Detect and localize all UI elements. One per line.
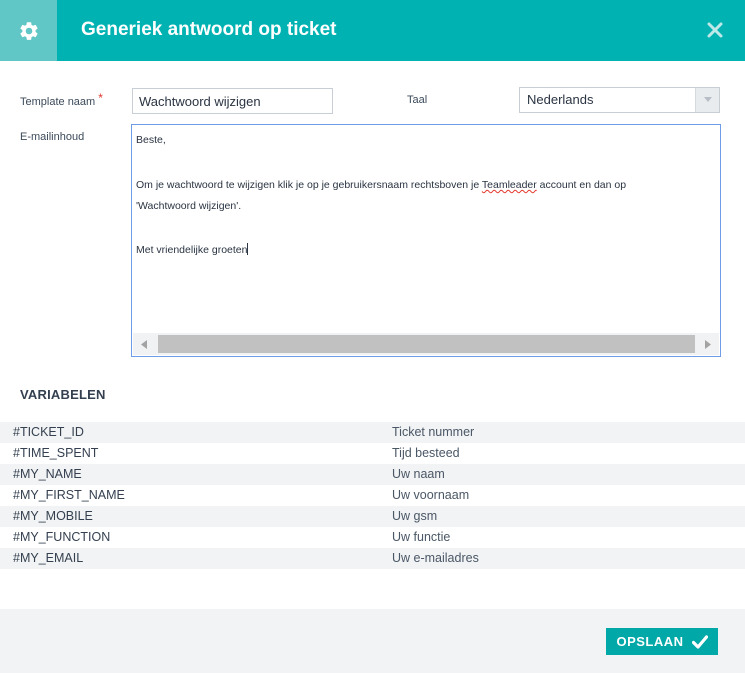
variable-description: Uw gsm [392,509,438,523]
dialog-footer: OPSLAAN [0,609,745,673]
variable-description: Uw voornaam [392,488,470,502]
variable-code: #MY_FIRST_NAME [13,488,125,502]
variables-table: #TICKET_ID Ticket nummer #TIME_SPENT Tij… [0,422,745,569]
email-content-label: E-mailinhoud [20,131,85,143]
template-name-input[interactable] [132,88,333,114]
horizontal-scrollbar[interactable] [133,333,719,355]
scroll-right-button[interactable] [697,333,719,355]
editor-line-closing: Met vriendelijke groeten [136,243,249,257]
editor-line-greeting: Beste, [136,134,166,146]
editor-line-body: Om je wachtwoord te wijzigen klik je op … [136,178,626,192]
editor-body-text-1: Om je wachtwoord te wijzigen klik je op … [136,179,482,191]
required-marker: * [98,91,103,105]
save-button[interactable]: OPSLAAN [606,628,718,655]
close-button[interactable] [703,18,727,42]
table-row: #MY_EMAIL Uw e-mailadres [0,548,745,569]
variable-code: #MY_EMAIL [13,551,84,565]
scroll-left-button[interactable] [133,333,155,355]
language-select[interactable]: Nederlands [519,87,720,113]
variable-description: Uw e-mailadres [392,551,479,565]
table-row: #TIME_SPENT Tijd besteed [0,443,745,464]
variable-description: Uw functie [392,530,451,544]
checkmark-icon [691,634,708,649]
variable-code: #TICKET_ID [13,425,84,439]
table-row: #TICKET_ID Ticket nummer [0,422,745,443]
variable-code: #MY_MOBILE [13,509,93,523]
table-row: #MY_FIRST_NAME Uw voornaam [0,485,745,506]
language-label: Taal [407,94,428,106]
editor-closing-text: Met vriendelijke groeten [136,244,248,256]
variable-code: #MY_NAME [13,467,82,481]
spellcheck-word: Teamleader [481,179,537,191]
email-content-editor[interactable]: Beste, Om je wachtwoord te wijzigen klik… [131,124,721,357]
text-caret [247,243,249,255]
dialog-header: Generiek antwoord op ticket [0,0,745,61]
header-icon-box [0,0,57,61]
table-row: #MY_NAME Uw naam [0,464,745,485]
variables-title: VARIABELEN [20,387,106,402]
variable-description: Uw naam [392,467,445,481]
scroll-right-icon [705,339,711,349]
editor-body-text-2: account en dan op [536,179,627,191]
scroll-left-icon [141,339,147,349]
template-name-label: Template naam * [20,91,103,109]
editor-line-body-cont: 'Wachtwoord wijzigen'. [136,200,242,212]
save-button-label: OPSLAAN [616,634,684,649]
variable-description: Ticket nummer [392,425,475,439]
close-icon [707,22,723,38]
variable-description: Tijd besteed [392,446,460,460]
variable-code: #MY_FUNCTION [13,530,111,544]
table-row: #MY_MOBILE Uw gsm [0,506,745,527]
variable-code: #TIME_SPENT [13,446,99,460]
dropdown-arrow[interactable] [695,88,719,112]
template-name-label-text: Template naam [20,96,96,108]
scrollbar-thumb[interactable] [158,335,695,353]
table-row: #MY_FUNCTION Uw functie [0,527,745,548]
language-select-value: Nederlands [527,92,594,107]
dialog-title: Generiek antwoord op ticket [81,19,337,40]
gear-icon [19,21,38,40]
chevron-down-icon [703,97,712,102]
